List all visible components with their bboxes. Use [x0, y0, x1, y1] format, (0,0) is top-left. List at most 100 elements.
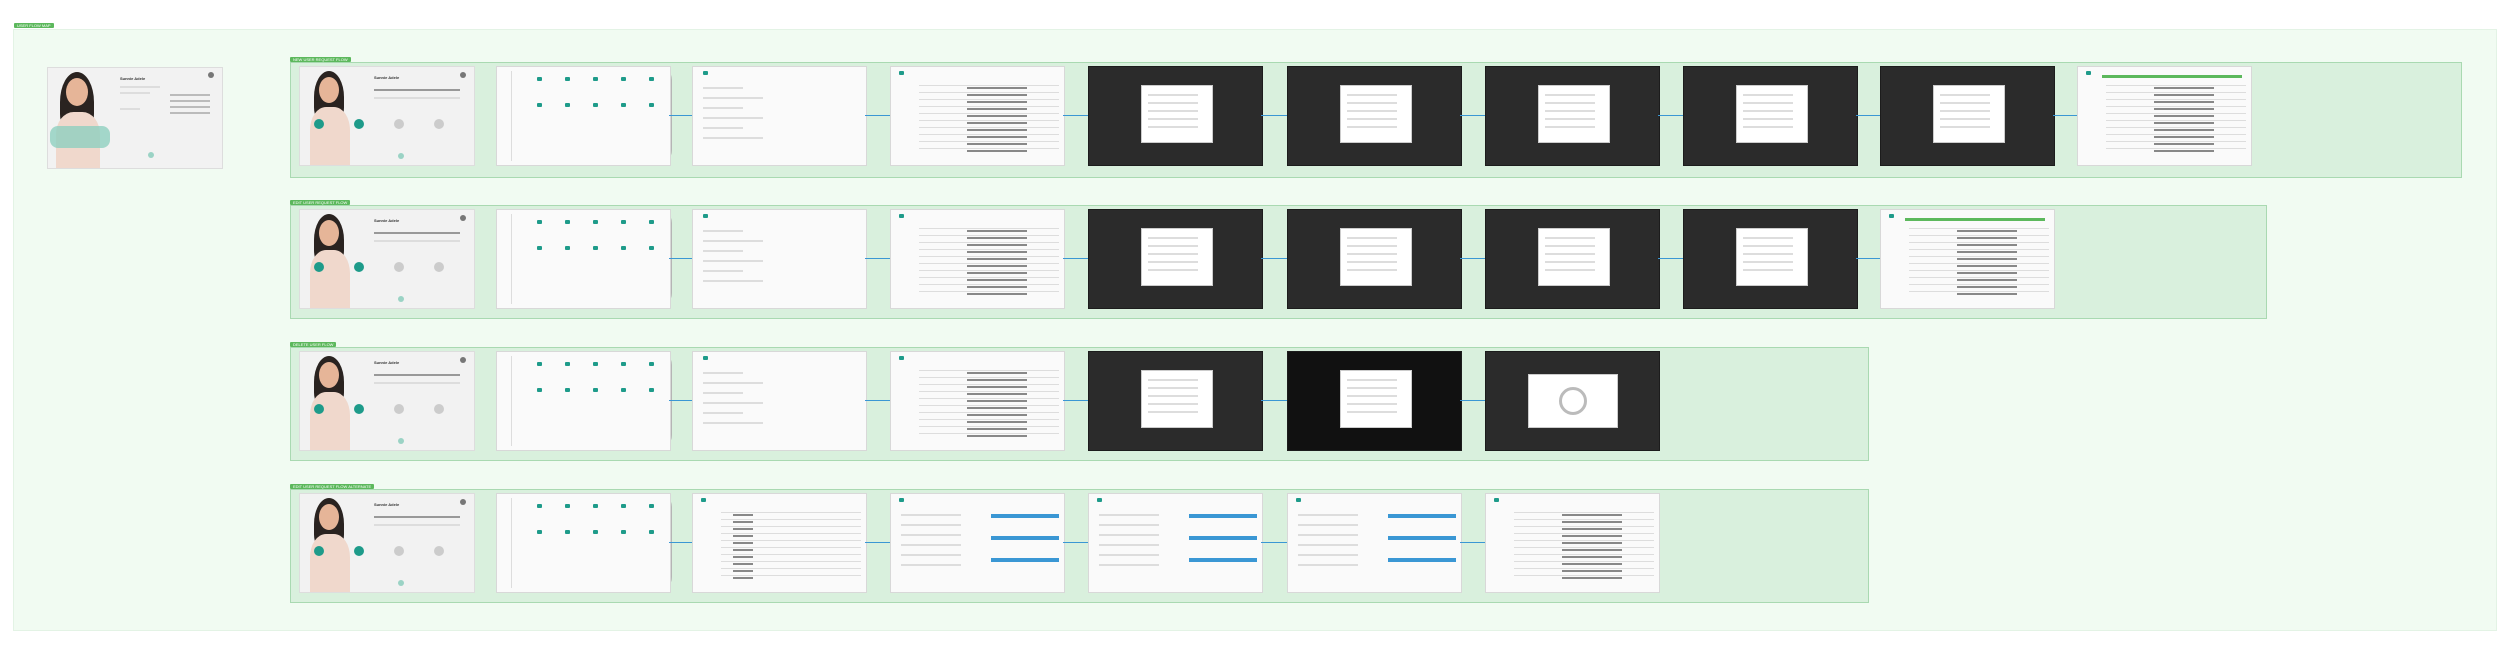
- table-cell[interactable]: [733, 563, 753, 565]
- table-cell[interactable]: [967, 150, 1027, 152]
- app-screen-dark[interactable]: [1088, 209, 1263, 309]
- table-cell[interactable]: [2154, 136, 2214, 138]
- app-screen-dark[interactable]: [1287, 209, 1462, 309]
- modal-field[interactable]: [1940, 126, 1990, 128]
- app-screen-table[interactable]: [890, 351, 1065, 451]
- app-screen-form[interactable]: [692, 66, 867, 166]
- app-tile-icon[interactable]: [621, 362, 626, 366]
- modal-field[interactable]: [1545, 94, 1595, 96]
- table-cell[interactable]: [2154, 108, 2214, 110]
- table-cell[interactable]: [1957, 251, 2017, 253]
- modal-field[interactable]: [1347, 411, 1397, 413]
- modal-field[interactable]: [1940, 118, 1990, 120]
- modal-field[interactable]: [1545, 110, 1595, 112]
- app-tile-icon[interactable]: [593, 388, 598, 392]
- modal-field[interactable]: [1148, 110, 1198, 112]
- form-field[interactable]: [703, 422, 763, 424]
- app-tile-icon[interactable]: [537, 103, 542, 107]
- table-cell[interactable]: [967, 414, 1027, 416]
- modal-field[interactable]: [1148, 261, 1198, 263]
- table-cell[interactable]: [967, 265, 1027, 267]
- table-cell[interactable]: [2154, 87, 2214, 89]
- table-cell[interactable]: [967, 115, 1027, 117]
- app-screen-dark[interactable]: [1683, 209, 1858, 309]
- table-cell[interactable]: [1957, 279, 2017, 281]
- app-tile-icon[interactable]: [649, 246, 654, 250]
- form-field[interactable]: [703, 137, 763, 139]
- modal-field[interactable]: [1347, 395, 1397, 397]
- modal-dialog[interactable]: [1141, 228, 1213, 286]
- app-tile-icon[interactable]: [649, 388, 654, 392]
- app-screen-dark[interactable]: [1683, 66, 1858, 166]
- table-cell[interactable]: [1957, 286, 2017, 288]
- modal-dialog[interactable]: [1736, 85, 1808, 143]
- modal-field[interactable]: [1743, 110, 1793, 112]
- app-tile-icon[interactable]: [565, 103, 570, 107]
- table-cell[interactable]: [967, 435, 1027, 437]
- app-screen-list[interactable]: [2077, 66, 2252, 166]
- table-cell[interactable]: [967, 143, 1027, 145]
- table-cell[interactable]: [1957, 230, 2017, 232]
- app-tile-icon[interactable]: [565, 388, 570, 392]
- table-cell[interactable]: [967, 244, 1027, 246]
- app-tile-icon[interactable]: [565, 530, 570, 534]
- table-cell[interactable]: [967, 87, 1027, 89]
- table-cell[interactable]: [1957, 265, 2017, 267]
- app-screen-dark[interactable]: [1485, 66, 1660, 166]
- table-cell[interactable]: [967, 428, 1027, 430]
- table-cell[interactable]: [2154, 101, 2214, 103]
- form-field[interactable]: [703, 240, 763, 242]
- modal-field[interactable]: [1743, 94, 1793, 96]
- app-tile-icon[interactable]: [593, 530, 598, 534]
- modal-field[interactable]: [1743, 126, 1793, 128]
- modal-field[interactable]: [1743, 253, 1793, 255]
- modal-field[interactable]: [1743, 261, 1793, 263]
- app-tile-icon[interactable]: [649, 530, 654, 534]
- table-cell[interactable]: [2154, 143, 2214, 145]
- app-tile-icon[interactable]: [649, 103, 654, 107]
- table-cell[interactable]: [2154, 115, 2214, 117]
- modal-field[interactable]: [1743, 237, 1793, 239]
- modal-field[interactable]: [1347, 118, 1397, 120]
- table-cell[interactable]: [967, 386, 1027, 388]
- app-tile-icon[interactable]: [621, 388, 626, 392]
- modal-field[interactable]: [1148, 126, 1198, 128]
- app-screen-dark[interactable]: [1287, 66, 1462, 166]
- table-cell[interactable]: [2154, 94, 2214, 96]
- modal-field[interactable]: [1347, 253, 1397, 255]
- app-tile-icon[interactable]: [537, 530, 542, 534]
- app-screen-dark[interactable]: [1485, 209, 1660, 309]
- form-field[interactable]: [703, 402, 763, 404]
- table-cell[interactable]: [967, 101, 1027, 103]
- gear-icon[interactable]: [460, 357, 466, 363]
- app-tile-icon[interactable]: [649, 362, 654, 366]
- app-screen-table3[interactable]: [1485, 493, 1660, 593]
- table-cell[interactable]: [1562, 577, 1622, 579]
- form-field[interactable]: [703, 260, 763, 262]
- modal-dialog[interactable]: [1538, 228, 1610, 286]
- app-tile-icon[interactable]: [565, 77, 570, 81]
- app-tile-icon[interactable]: [565, 362, 570, 366]
- app-screen-dark[interactable]: [1088, 351, 1263, 451]
- app-screen-form[interactable]: [692, 209, 867, 309]
- app-tile-icon[interactable]: [537, 362, 542, 366]
- table-cell[interactable]: [2154, 150, 2214, 152]
- table-cell[interactable]: [733, 542, 753, 544]
- modal-field[interactable]: [1148, 118, 1198, 120]
- modal-field[interactable]: [1545, 118, 1595, 120]
- app-screen-dash[interactable]: [496, 209, 671, 309]
- table-cell[interactable]: [1562, 556, 1622, 558]
- modal-field[interactable]: [1148, 411, 1198, 413]
- form-field[interactable]: [703, 392, 743, 394]
- modal-field[interactable]: [1347, 379, 1397, 381]
- table-cell[interactable]: [967, 94, 1027, 96]
- table-cell[interactable]: [733, 535, 753, 537]
- table-cell[interactable]: [2154, 129, 2214, 131]
- app-tile-icon[interactable]: [537, 246, 542, 250]
- table-cell[interactable]: [967, 421, 1027, 423]
- modal-dialog[interactable]: [1340, 85, 1412, 143]
- modal-field[interactable]: [1148, 395, 1198, 397]
- app-screen-darker[interactable]: [1287, 351, 1462, 451]
- app-tile-icon[interactable]: [621, 103, 626, 107]
- modal-field[interactable]: [1347, 237, 1397, 239]
